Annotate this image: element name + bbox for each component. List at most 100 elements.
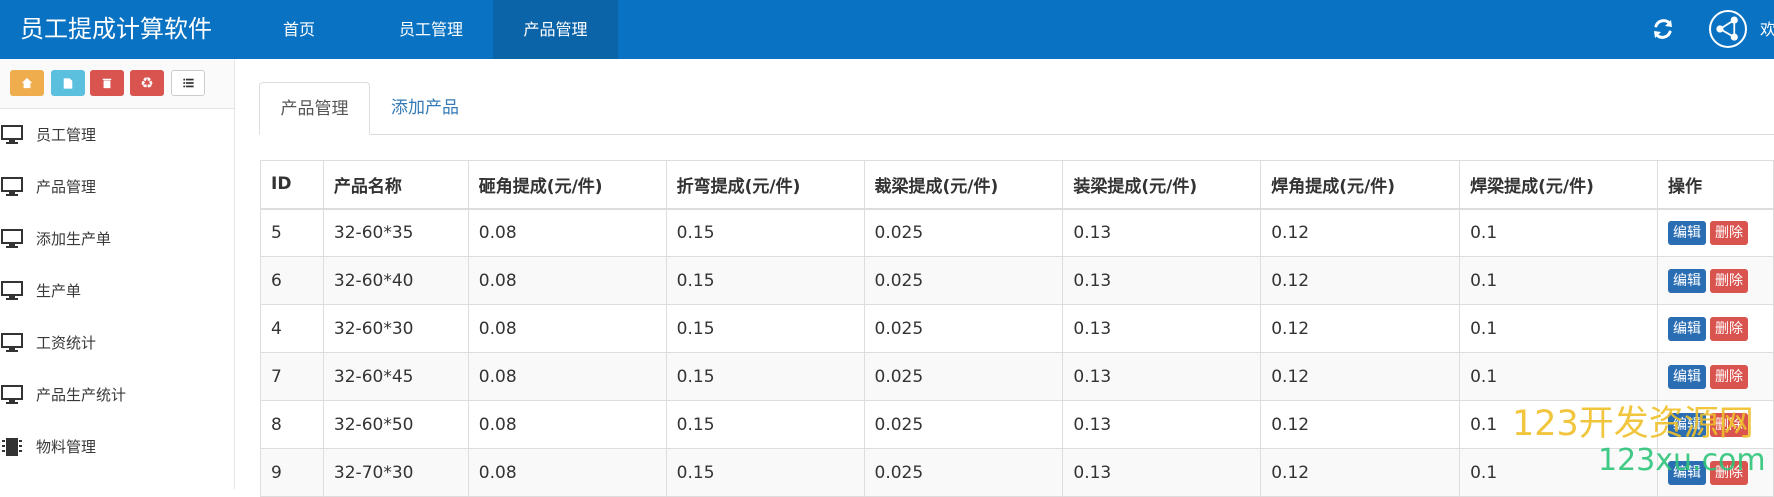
table-cell: 0.12 — [1260, 448, 1461, 497]
avatar[interactable] — [1709, 10, 1747, 48]
recycle-shortcut-button[interactable]: ♻ — [130, 70, 164, 96]
column-header: 折弯提成(元/件) — [665, 160, 865, 210]
welcome-text: 欢 — [1760, 20, 1774, 39]
refresh-icon[interactable] — [1651, 17, 1675, 41]
table-row: 7 32-60*45 0.08 0.15 0.025 0.13 0.12 0.1… — [260, 352, 1774, 401]
column-header: 装梁提成(元/件) — [1062, 160, 1262, 210]
table-cell: 7 — [260, 352, 324, 401]
column-header: 焊梁提成(元/件) — [1459, 160, 1658, 210]
table-cell: 8 — [260, 400, 324, 449]
table-cell: 0.12 — [1260, 400, 1461, 449]
table-cell: 0.08 — [467, 304, 667, 353]
table-cell: 32-60*40 — [322, 256, 469, 305]
sidebar-item-label: 产品生产统计 — [36, 386, 127, 404]
table-cell: 0.13 — [1062, 208, 1262, 257]
file-shortcut-button[interactable] — [51, 70, 85, 96]
table-cell: 0.13 — [1062, 352, 1262, 401]
delete-button[interactable]: 删除 — [1709, 316, 1748, 341]
sidebar-item-label: 生产单 — [36, 282, 82, 300]
sidebar-item-label: 产品管理 — [36, 178, 97, 196]
edit-button[interactable]: 编辑 — [1667, 364, 1706, 389]
table-cell: 0.1 — [1459, 304, 1658, 353]
home-shortcut-button[interactable] — [10, 70, 44, 96]
list-icon — [182, 78, 194, 88]
table-cell: 5 — [260, 208, 324, 257]
actions-cell: 编辑 删除 — [1656, 256, 1774, 305]
table-cell: 32-60*50 — [322, 400, 469, 449]
tab-add-product[interactable]: 添加产品 — [370, 82, 480, 134]
edit-button[interactable]: 编辑 — [1667, 220, 1706, 245]
product-table: ID 产品名称 砸角提成(元/件) 折弯提成(元/件) 裁梁提成(元/件) 装梁… — [260, 160, 1774, 497]
actions-cell: 编辑 删除 — [1656, 304, 1774, 353]
sidebar-item-salary-statistics[interactable]: 工资统计 — [0, 317, 234, 369]
table-cell: 0.025 — [863, 448, 1064, 497]
monitor-icon — [1, 229, 23, 248]
actions-cell: 编辑 删除 — [1656, 208, 1774, 257]
table-cell: 0.13 — [1062, 304, 1262, 353]
table-cell: 0.12 — [1260, 256, 1461, 305]
sidebar-item-material-management[interactable]: 物料管理 — [0, 421, 234, 473]
table-cell: 0.12 — [1260, 208, 1461, 257]
column-header: 焊角提成(元/件) — [1260, 160, 1461, 210]
sidebar-item-product-management[interactable]: 产品管理 — [0, 161, 234, 213]
recycle-icon: ♻ — [140, 74, 154, 92]
delete-button[interactable]: 删除 — [1709, 220, 1748, 245]
sidebar-item-label: 添加生产单 — [36, 230, 112, 248]
table-cell: 0.1 — [1459, 208, 1658, 257]
watermark-text: 123开发资源网 — [1512, 404, 1754, 444]
table-cell: 0.08 — [467, 256, 667, 305]
table-cell: 32-60*30 — [322, 304, 469, 353]
table-cell: 0.08 — [467, 352, 667, 401]
column-header: 砸角提成(元/件) — [467, 160, 667, 210]
table-cell: 0.025 — [863, 400, 1064, 449]
table-cell: 0.15 — [665, 448, 865, 497]
sidebar-item-label: 员工管理 — [36, 126, 97, 144]
edit-button[interactable]: 编辑 — [1667, 268, 1706, 293]
sidebar-item-employee-management[interactable]: 员工管理 — [0, 109, 234, 161]
table-cell: 0.15 — [665, 400, 865, 449]
sidebar: ♻ 员工管理 产品管理 添加生产单 生产单 工资统计 产品生产统计 物料管理 — [0, 59, 235, 489]
column-header: ID — [260, 160, 324, 210]
sidebar-item-add-production-order[interactable]: 添加生产单 — [0, 213, 234, 265]
trash-shortcut-button[interactable] — [90, 70, 124, 96]
table-cell: 0.1 — [1459, 352, 1658, 401]
table-cell: 32-70*30 — [322, 448, 469, 497]
table-row: 4 32-60*30 0.08 0.15 0.025 0.13 0.12 0.1… — [260, 304, 1774, 353]
table-cell: 0.1 — [1459, 256, 1658, 305]
delete-button[interactable]: 删除 — [1709, 364, 1748, 389]
actions-cell: 编辑 删除 — [1656, 352, 1774, 401]
edit-button[interactable]: 编辑 — [1667, 316, 1706, 341]
table-cell: 0.025 — [863, 208, 1064, 257]
table-cell: 0.15 — [665, 352, 865, 401]
table-cell: 0.15 — [665, 256, 865, 305]
column-header: 操作 — [1656, 160, 1774, 210]
nav-employee-management[interactable]: 员工管理 — [371, 0, 491, 59]
file-icon — [63, 77, 73, 89]
table-cell: 0.13 — [1062, 448, 1262, 497]
table-cell: 9 — [260, 448, 324, 497]
monitor-icon — [1, 177, 23, 196]
sidebar-item-label: 物料管理 — [36, 438, 97, 456]
sidebar-item-production-order[interactable]: 生产单 — [0, 265, 234, 317]
tab-product-management[interactable]: 产品管理 — [259, 82, 370, 135]
shortcut-bar: ♻ — [0, 59, 234, 109]
table-cell: 6 — [260, 256, 324, 305]
column-header: 产品名称 — [322, 160, 469, 210]
list-shortcut-button[interactable] — [171, 70, 205, 96]
delete-button[interactable]: 删除 — [1709, 268, 1748, 293]
nav-home[interactable]: 首页 — [244, 0, 354, 59]
monitor-icon — [1, 281, 23, 300]
table-cell: 32-60*45 — [322, 352, 469, 401]
watermark-url: 123xu.com — [1598, 443, 1766, 478]
sidebar-item-label: 工资统计 — [36, 334, 97, 352]
nav-product-management[interactable]: 产品管理 — [493, 0, 618, 59]
app-title[interactable]: 员工提成计算软件 — [20, 0, 212, 59]
sidebar-item-product-production-statistics[interactable]: 产品生产统计 — [0, 369, 234, 421]
table-header-row: ID 产品名称 砸角提成(元/件) 折弯提成(元/件) 裁梁提成(元/件) 装梁… — [260, 160, 1774, 210]
table-row: 6 32-60*40 0.08 0.15 0.025 0.13 0.12 0.1… — [260, 256, 1774, 305]
table-cell: 0.13 — [1062, 400, 1262, 449]
content-tabs: 产品管理 添加产品 — [259, 82, 1774, 135]
chip-icon — [2, 438, 22, 456]
table-cell: 0.13 — [1062, 256, 1262, 305]
network-icon — [1716, 16, 1738, 41]
